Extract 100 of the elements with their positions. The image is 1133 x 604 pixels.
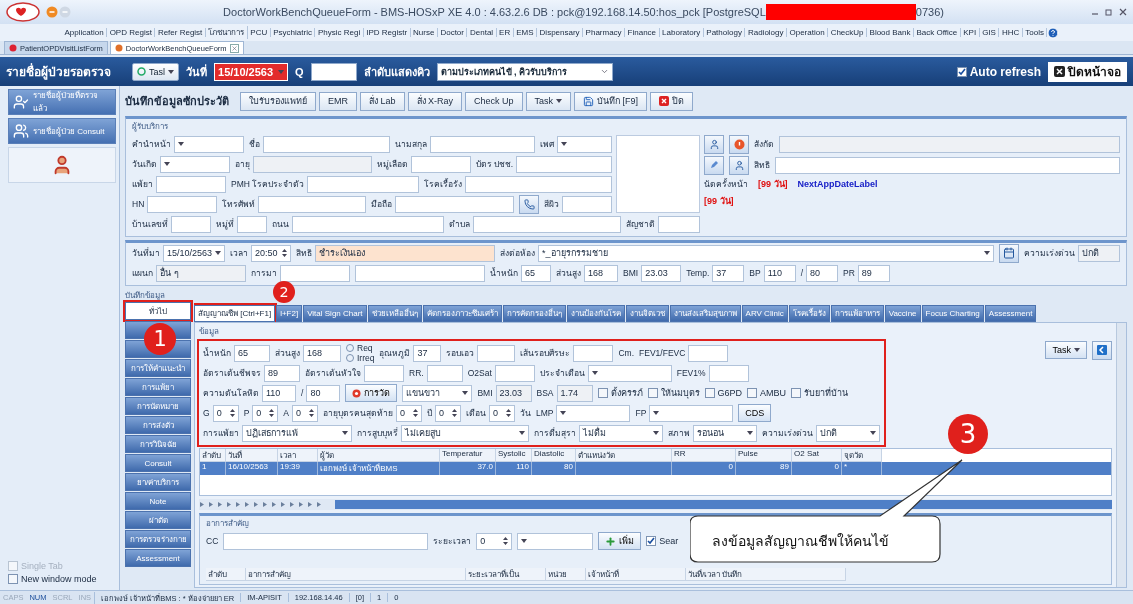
menu-item[interactable]: Finance xyxy=(625,28,660,37)
tab[interactable]: งานจิตเวช xyxy=(625,305,669,322)
input-field[interactable] xyxy=(307,175,419,193)
menu-item[interactable]: Blood Bank xyxy=(867,28,914,37)
menu-item[interactable]: Laboratory xyxy=(659,28,704,37)
alert-button[interactable] xyxy=(729,134,749,154)
task-button[interactable]: Task xyxy=(525,91,572,111)
tab[interactable]: Assessment xyxy=(984,305,1037,322)
input-field[interactable]: 1.74 xyxy=(556,384,593,402)
menu-item[interactable]: Back Office xyxy=(913,28,961,37)
horizontal-scrollbar[interactable] xyxy=(335,500,1112,509)
menu-item[interactable]: Dispensary xyxy=(537,28,584,37)
tab[interactable]: การคัดกรองอื่นๆ xyxy=(502,305,566,322)
menu-item[interactable]: Pharmacy xyxy=(583,28,626,37)
column-header[interactable]: ผู้วัด xyxy=(318,449,440,462)
input-field[interactable] xyxy=(477,344,516,362)
tab[interactable]: Vital Sign Chart xyxy=(303,305,367,322)
menu-item[interactable]: HHC xyxy=(999,28,1023,37)
help-icon[interactable] xyxy=(1047,26,1060,39)
side-tab[interactable]: การตรวจร่างกาย xyxy=(125,530,191,548)
menu-item[interactable]: Operation xyxy=(787,28,829,37)
input-field[interactable] xyxy=(494,364,535,382)
menu-item[interactable]: GIS xyxy=(979,28,1000,37)
input-field[interactable] xyxy=(223,532,429,550)
tab[interactable]: การแพ้อาหาร xyxy=(830,305,884,322)
task-button[interactable]: Tasl xyxy=(132,62,179,81)
menu-item[interactable]: CheckUp xyxy=(828,28,868,37)
input-field[interactable]: 37 xyxy=(712,264,745,282)
tab[interactable]: งานส่งเสริมสุขภาพ xyxy=(669,305,741,322)
side-tab[interactable]: ยา/ค่าบริการ xyxy=(125,473,191,491)
spinner-icon[interactable] xyxy=(308,408,314,418)
spin-field[interactable]: 20:50 xyxy=(251,244,291,262)
column-header[interactable]: Temperatur xyxy=(440,449,496,462)
save-button[interactable]: บันทึก [F9] xyxy=(574,91,648,111)
edit-button[interactable] xyxy=(704,155,724,175)
phone-button[interactable] xyxy=(519,194,539,214)
side-tab[interactable]: การแพ้ยา xyxy=(125,378,191,396)
menu-item[interactable]: Physic Regi xyxy=(315,28,364,37)
column-header[interactable]: เจ้าหน้าที่ xyxy=(586,568,686,581)
side-tab[interactable]: การนัดหมาย xyxy=(125,397,191,415)
close-icon[interactable] xyxy=(1119,8,1127,16)
input-field[interactable] xyxy=(562,195,612,213)
spin-field[interactable]: 0 xyxy=(291,404,318,422)
column-header[interactable]: ลำดับ xyxy=(206,568,246,581)
checkbox[interactable] xyxy=(956,66,967,77)
dropdown[interactable] xyxy=(649,404,734,422)
input-field[interactable] xyxy=(473,215,621,233)
spinner-icon[interactable] xyxy=(451,408,457,418)
side-tab[interactable]: ผ่าตัด xyxy=(125,511,191,529)
column-header[interactable]: O2 Sat xyxy=(792,449,842,462)
input-field[interactable]: 37 xyxy=(413,344,442,362)
input-field[interactable] xyxy=(394,195,514,213)
menu-item[interactable]: โภชนาการ xyxy=(205,26,248,39)
input-field[interactable] xyxy=(156,175,226,193)
column-header[interactable]: จุดวัด xyxy=(842,449,882,462)
dropdown[interactable]: ไม่ดื่ม xyxy=(579,424,663,442)
spin-field[interactable]: 0 xyxy=(395,404,422,422)
spinner-icon[interactable] xyxy=(282,248,287,258)
side-tab[interactable]: Consult xyxy=(125,454,191,472)
dropdown[interactable]: ไม่เคยสูบ xyxy=(401,424,529,442)
input-field[interactable] xyxy=(658,215,700,233)
input-field[interactable] xyxy=(280,264,350,282)
menu-item[interactable]: EMS xyxy=(513,28,538,37)
menu-item[interactable]: PCU xyxy=(247,28,271,37)
spin-field[interactable]: 0 xyxy=(434,404,461,422)
input-field[interactable] xyxy=(779,135,1120,153)
input-field[interactable] xyxy=(355,264,485,282)
input-field[interactable]: 80 xyxy=(306,384,341,402)
column-header[interactable]: Diastolic xyxy=(532,449,576,462)
tab[interactable]: ARV Clinic xyxy=(741,305,788,322)
side-tab[interactable]: การให้คำแนะนำ xyxy=(125,359,191,377)
toolbar-button[interactable]: ใบรับรองแพทย์ xyxy=(240,91,316,111)
input-field[interactable]: 89 xyxy=(857,264,890,282)
dropdown[interactable] xyxy=(174,135,244,153)
input-field[interactable] xyxy=(171,215,211,233)
checkbox[interactable] xyxy=(597,388,608,398)
spin-field[interactable]: 0 xyxy=(476,532,513,550)
queue-input[interactable] xyxy=(310,62,357,81)
add-button[interactable]: เพิ่ม xyxy=(598,532,642,550)
dropdown[interactable] xyxy=(556,404,631,422)
column-header[interactable]: วันที่/เวลา บันทึก xyxy=(686,568,846,581)
menu-item[interactable]: Dental xyxy=(467,28,497,37)
spinner-icon[interactable] xyxy=(229,408,235,418)
dropdown[interactable]: *_อายุรกรรมชาย xyxy=(538,244,994,262)
input-field[interactable] xyxy=(292,215,444,233)
input-field[interactable] xyxy=(426,364,463,382)
column-header[interactable]: Pulse xyxy=(736,449,792,462)
measure-button[interactable]: การวัด xyxy=(345,384,398,402)
close-button[interactable]: ปิด xyxy=(650,91,694,111)
tab[interactable]: ช่วยเหลืออื่นๆ xyxy=(367,305,422,322)
input-field[interactable]: ชำระเงินเอง xyxy=(315,244,495,262)
input-field[interactable] xyxy=(253,155,372,173)
tab[interactable]: Focus Charting xyxy=(921,305,984,322)
calendar-button[interactable] xyxy=(999,243,1019,263)
input-field[interactable]: 65 xyxy=(521,264,551,282)
dropdown[interactable]: แขนขวา xyxy=(402,384,473,402)
close-tab-button[interactable] xyxy=(229,43,239,53)
checkbox[interactable] xyxy=(791,388,802,398)
person-button[interactable] xyxy=(729,155,749,175)
menu-item[interactable]: Nurse xyxy=(410,28,438,37)
